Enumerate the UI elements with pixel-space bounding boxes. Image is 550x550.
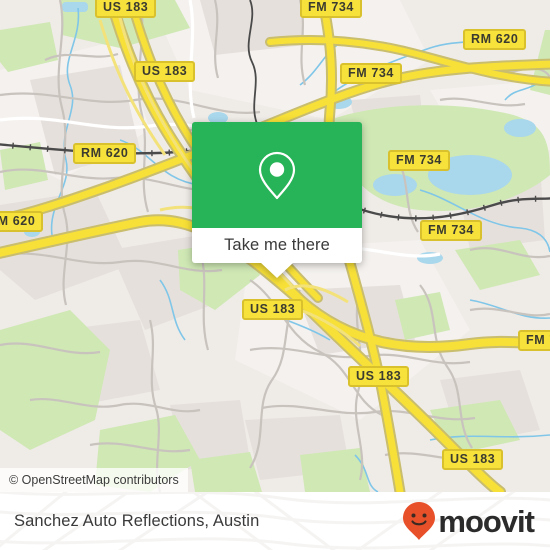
map-screenshot-root: US 183 FM 734 RM 620 US 183 FM 734 RM 620 FM 7… — [0, 0, 550, 550]
map-pin-icon — [258, 151, 296, 200]
road-shield: FM 734 — [300, 0, 362, 18]
road-shield: FM 734 — [420, 220, 482, 241]
popup-header — [192, 122, 362, 228]
road-shield: RM 620 — [73, 143, 137, 164]
osm-attribution[interactable]: © OpenStreetMap contributors — [0, 468, 188, 492]
road-shield: US 183 — [95, 0, 157, 18]
road-shield: FM 734 — [388, 150, 450, 171]
road-shield: RM 620 — [463, 29, 527, 50]
moovit-pin-smiley-icon — [403, 502, 436, 540]
road-shield: FM 734 — [340, 63, 402, 84]
moovit-logo[interactable]: moovit — [402, 501, 535, 541]
take-me-there-label: Take me there — [224, 236, 330, 254]
road-shield: FM 734 — [518, 330, 550, 351]
road-shield: RM 620 — [0, 211, 44, 232]
moovit-wordmark: moovit — [438, 503, 535, 539]
road-shield: US 183 — [242, 299, 304, 320]
place-title: Sanchez Auto Reflections, Austin — [14, 511, 260, 530]
map-canvas[interactable]: US 183 FM 734 RM 620 US 183 FM 734 RM 620 FM 7… — [0, 0, 550, 492]
road-shield: US 183 — [134, 61, 196, 82]
road-shield: US 183 — [442, 449, 504, 470]
bottom-info-bar: Sanchez Auto Reflections, Austin moovit — [0, 492, 550, 550]
road-shield: US 183 — [348, 366, 410, 387]
popup-footer[interactable]: Take me there — [192, 228, 362, 263]
popup-pointer-tail — [260, 262, 294, 278]
attribution-text: © OpenStreetMap contributors — [9, 473, 179, 487]
take-me-there-popup[interactable]: Take me there — [192, 122, 362, 278]
